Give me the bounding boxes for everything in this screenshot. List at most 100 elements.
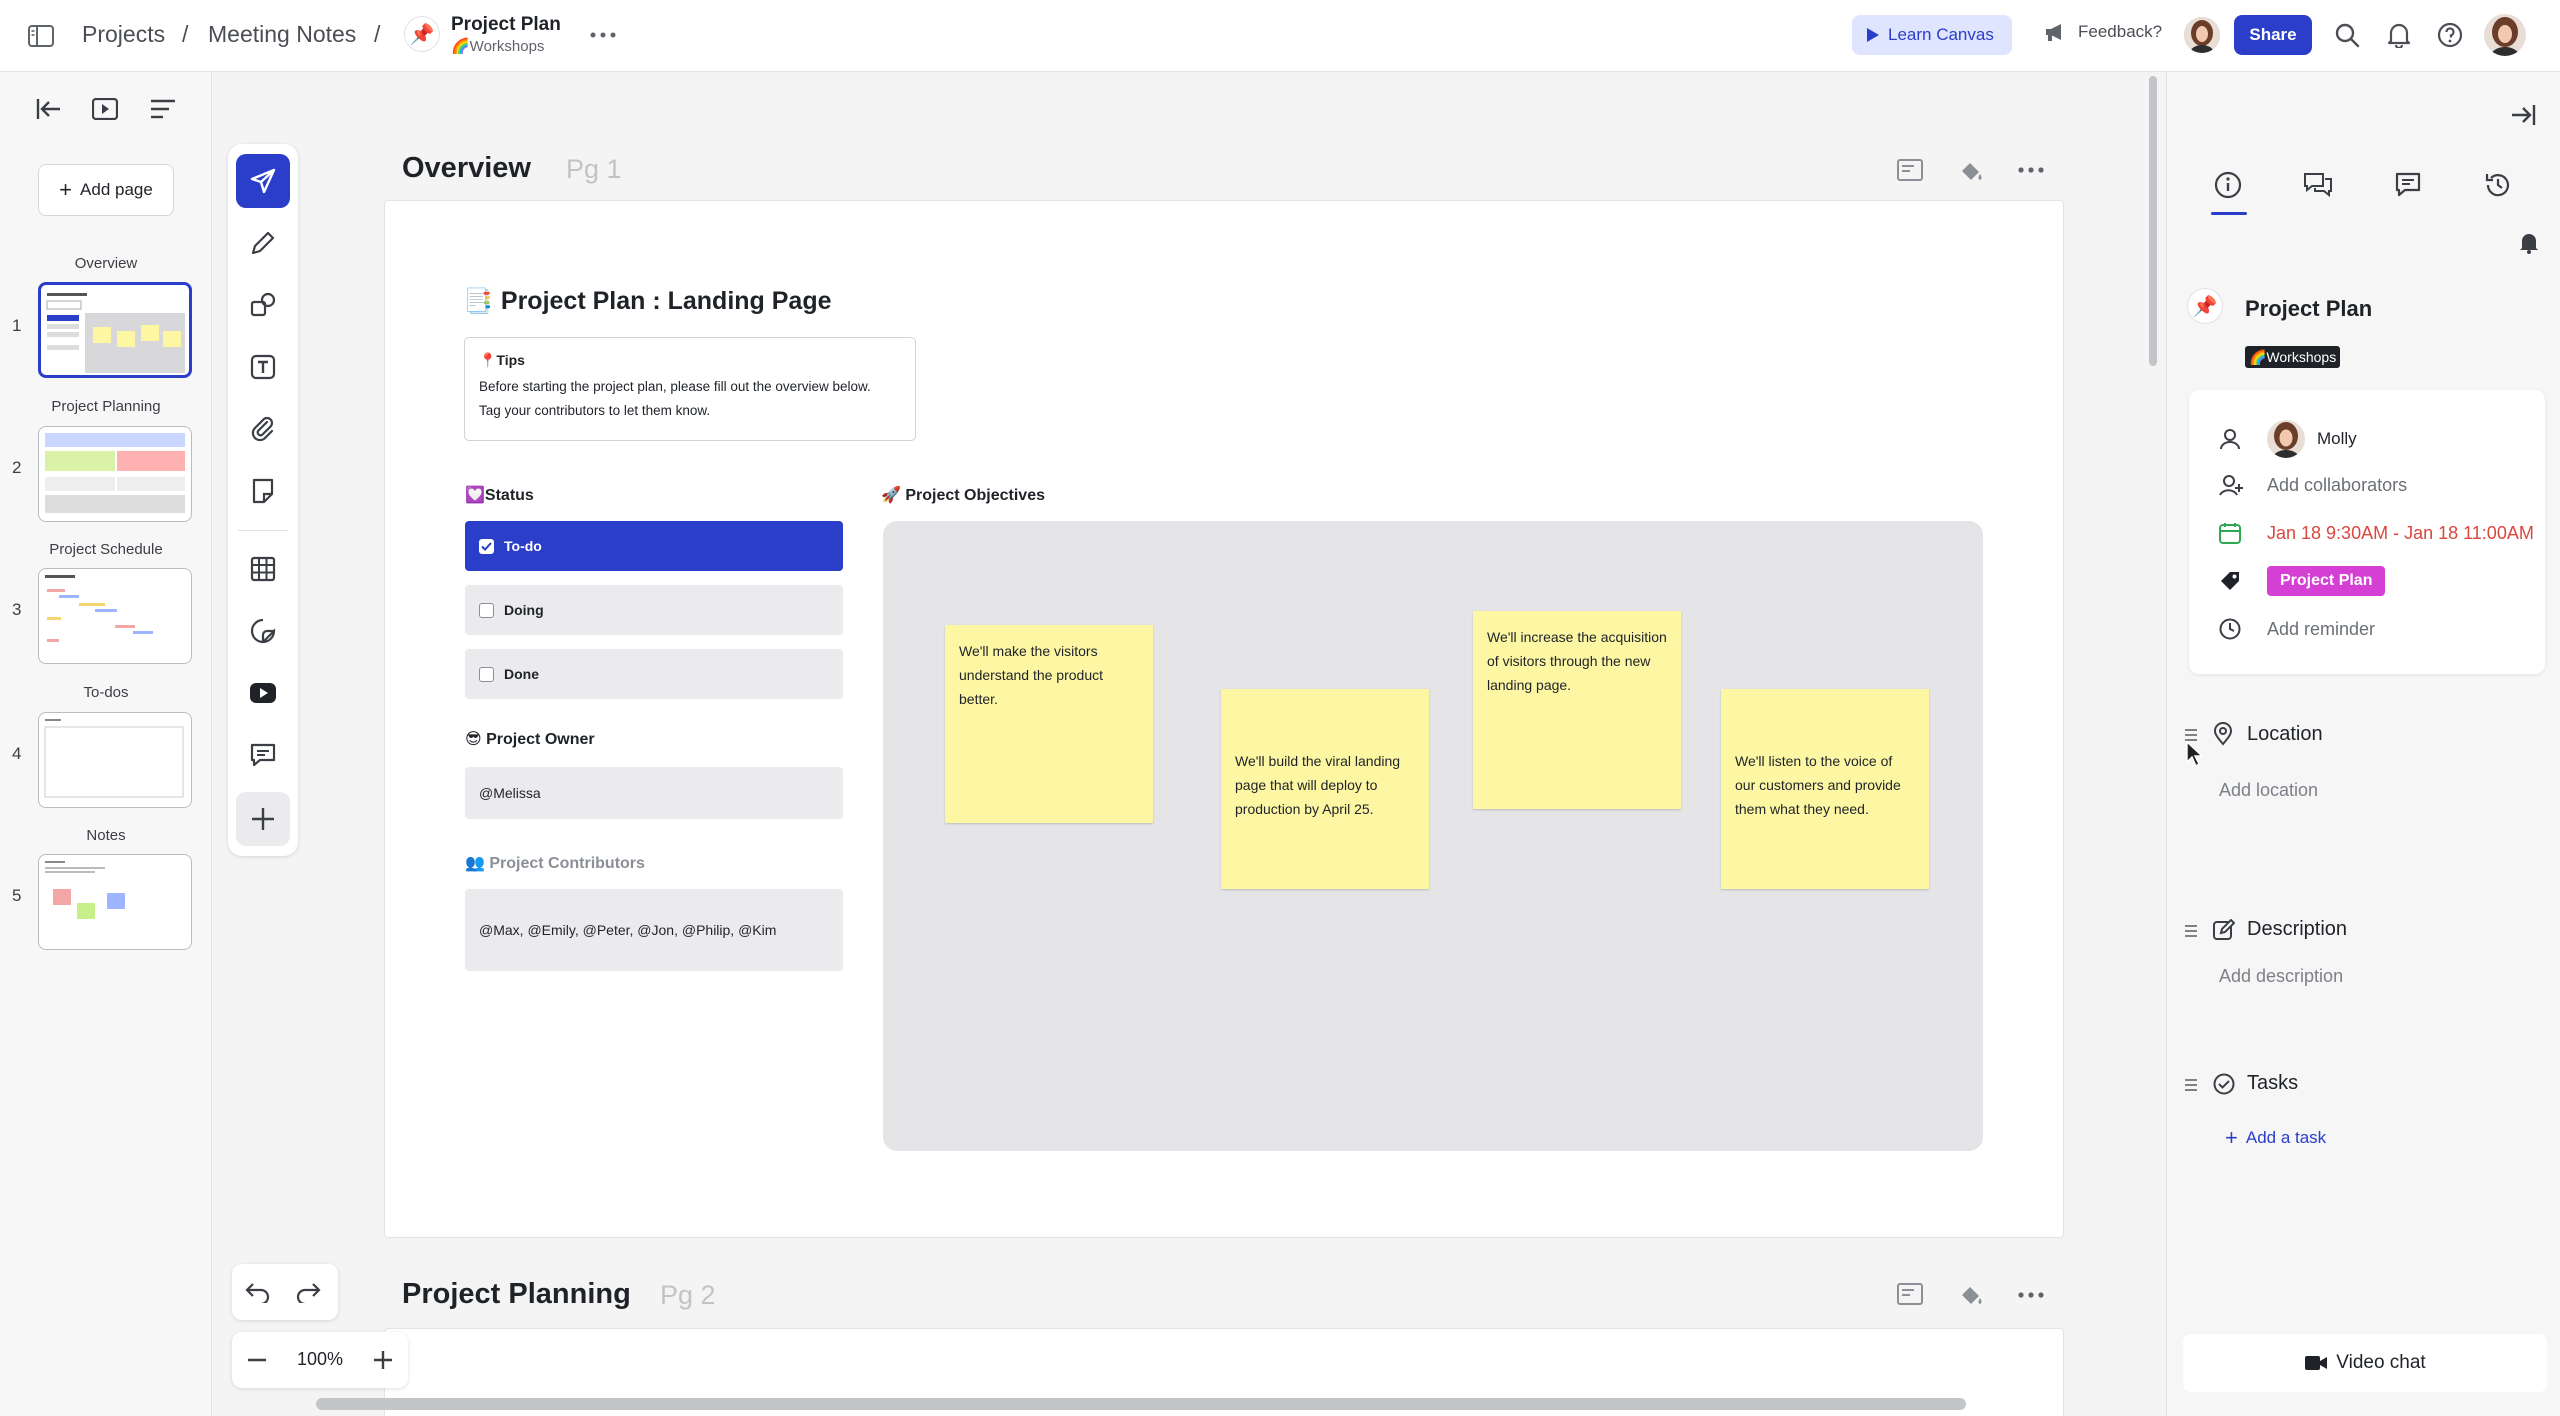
page-more-icon[interactable] bbox=[2016, 158, 2046, 182]
paint-bucket-icon[interactable] bbox=[1956, 156, 1986, 186]
text-icon[interactable] bbox=[236, 340, 290, 394]
checkbox-icon bbox=[479, 666, 494, 682]
add-description[interactable]: Add description bbox=[2219, 966, 2343, 987]
page-thumbnail-to-dos[interactable] bbox=[38, 712, 192, 808]
history-tab-icon[interactable] bbox=[2481, 168, 2515, 202]
zoom-in-icon[interactable] bbox=[370, 1346, 396, 1374]
contributors-field[interactable]: @Max, @Emily, @Peter, @Jon, @Philip, @Ki… bbox=[465, 889, 843, 971]
sticky-note[interactable]: We'll listen to the voice of our custome… bbox=[1721, 689, 1929, 889]
checkbox-checked-icon bbox=[479, 538, 494, 554]
plus-icon[interactable] bbox=[236, 792, 290, 846]
status-option-to-do[interactable]: To-do bbox=[465, 521, 843, 571]
zoom-level[interactable]: 100% bbox=[280, 1349, 360, 1370]
scroll-thumb[interactable] bbox=[2149, 76, 2157, 366]
comment-icon[interactable] bbox=[236, 728, 290, 782]
user-avatar[interactable] bbox=[2484, 14, 2526, 56]
owner-row[interactable]: Molly bbox=[2219, 420, 2357, 458]
owner-name: Molly bbox=[2317, 429, 2357, 448]
check-circle-icon bbox=[2213, 1073, 2235, 1094]
page-thumbnail-notes[interactable] bbox=[38, 854, 192, 950]
page-overview[interactable]: 📑 Project Plan : Landing Page 📍Tips Befo… bbox=[384, 200, 2064, 1238]
redo-icon[interactable] bbox=[292, 1277, 324, 1307]
add-task-label: Add a task bbox=[2245, 1128, 2327, 1147]
add-page-label: Add page bbox=[80, 180, 153, 199]
notification-bell-icon[interactable] bbox=[2517, 230, 2541, 256]
date-row[interactable]: Jan 18 9:30AM - Jan 18 11:00AM bbox=[2219, 522, 2534, 544]
vertical-scrollbar[interactable] bbox=[2146, 72, 2160, 1402]
workshop-badge[interactable]: 🌈Workshops bbox=[2245, 346, 2341, 368]
doc-subtitle[interactable]: 🌈Workshops bbox=[451, 37, 544, 55]
page-thumbnail-overview[interactable] bbox=[38, 282, 192, 378]
page-thumbnail-project-schedule[interactable] bbox=[38, 568, 192, 664]
learn-canvas-button[interactable]: Learn Canvas bbox=[1852, 15, 2012, 55]
drag-handle-icon[interactable] bbox=[2185, 924, 2197, 938]
sticky-note[interactable]: We'll make the visitors understand the p… bbox=[945, 625, 1153, 823]
objectives-board[interactable]: We'll make the visitors understand the p… bbox=[883, 521, 1983, 1151]
sticky-note[interactable]: We'll increase the acquisition of visito… bbox=[1473, 611, 1681, 809]
collaborator-avatar[interactable] bbox=[2184, 17, 2220, 53]
add-reminder-row[interactable]: Add reminder bbox=[2219, 618, 2375, 640]
owner-field[interactable]: @Melissa bbox=[465, 767, 843, 819]
page-more-icon[interactable] bbox=[2016, 1283, 2046, 1307]
video-chat-label: Video chat bbox=[2336, 1352, 2426, 1373]
page-number: 1 bbox=[12, 316, 22, 335]
help-icon[interactable] bbox=[2435, 20, 2465, 50]
add-page-button[interactable]: + Add page bbox=[38, 164, 174, 216]
add-collaborators-row[interactable]: Add collaborators bbox=[2219, 474, 2407, 496]
youtube-icon[interactable] bbox=[236, 666, 290, 720]
add-task-button[interactable]: + Add a task bbox=[2225, 1125, 2326, 1151]
pushpin-icon: 📌 bbox=[404, 16, 440, 52]
sidebar-toggle-icon[interactable] bbox=[26, 22, 56, 50]
search-icon[interactable] bbox=[2332, 20, 2362, 50]
doc-heading[interactable]: 📑 Project Plan : Landing Page bbox=[463, 287, 832, 316]
video-chat-button[interactable]: Video chat bbox=[2183, 1334, 2547, 1392]
description-section[interactable]: Description bbox=[2213, 918, 2347, 941]
location-section[interactable]: Location bbox=[2213, 722, 2323, 746]
page-tag: Pg 2 bbox=[660, 1280, 716, 1310]
tag-row[interactable]: Project Plan bbox=[2219, 566, 2386, 596]
doc-title[interactable]: Project Plan bbox=[451, 14, 561, 36]
presentation-icon[interactable] bbox=[90, 94, 120, 124]
sticky-note[interactable]: We'll build the viral landing page that … bbox=[1221, 689, 1429, 889]
page-title-project-planning[interactable]: Project Planning bbox=[402, 1278, 631, 1311]
attachment-icon[interactable] bbox=[236, 402, 290, 456]
chat-tab-icon[interactable] bbox=[2301, 168, 2335, 202]
outline-icon[interactable] bbox=[148, 94, 178, 124]
zoom-out-icon[interactable] bbox=[244, 1346, 270, 1374]
status-option-doing[interactable]: Doing bbox=[465, 585, 843, 635]
page-settings-icon[interactable] bbox=[1894, 156, 1926, 186]
mouse-cursor-icon bbox=[2186, 740, 2204, 768]
status-title: 💟Status bbox=[465, 487, 534, 504]
paint-bucket-icon[interactable] bbox=[1956, 1280, 1986, 1310]
drag-handle-icon[interactable] bbox=[2185, 1078, 2197, 1092]
page-settings-icon[interactable] bbox=[1894, 1280, 1926, 1310]
shapes-icon[interactable] bbox=[236, 278, 290, 332]
pencil-icon[interactable] bbox=[236, 216, 290, 270]
page-title-overview[interactable]: Overview bbox=[402, 152, 531, 185]
info-tab-icon[interactable] bbox=[2211, 168, 2245, 202]
breadcrumb-projects[interactable]: Projects bbox=[82, 21, 165, 48]
tips-box[interactable]: 📍Tips Before starting the project plan, … bbox=[464, 337, 916, 441]
feedback-button[interactable]: Feedback? bbox=[2044, 22, 2162, 42]
horizontal-scrollbar[interactable] bbox=[316, 1398, 1966, 1410]
navigate-icon[interactable] bbox=[236, 154, 290, 208]
collapse-left-icon[interactable] bbox=[34, 94, 64, 124]
sticker-icon[interactable] bbox=[236, 604, 290, 658]
doc-heading-text: Project Plan : Landing Page bbox=[500, 287, 832, 315]
share-button[interactable]: Share bbox=[2234, 15, 2312, 55]
collapse-right-icon[interactable] bbox=[2507, 100, 2539, 130]
table-icon[interactable] bbox=[236, 542, 290, 596]
status-option-done[interactable]: Done bbox=[465, 649, 843, 699]
status-option-label: To-do bbox=[504, 538, 542, 554]
tasks-section[interactable]: Tasks bbox=[2213, 1072, 2298, 1095]
megaphone-icon bbox=[2046, 24, 2061, 41]
comments-tab-icon[interactable] bbox=[2391, 168, 2425, 202]
bell-icon[interactable] bbox=[2384, 20, 2414, 50]
add-location[interactable]: Add location bbox=[2219, 780, 2318, 801]
undo-icon[interactable] bbox=[242, 1277, 274, 1307]
more-options-icon[interactable] bbox=[588, 24, 618, 46]
sticky-note-icon[interactable] bbox=[236, 464, 290, 518]
panel-title[interactable]: Project Plan bbox=[2245, 296, 2372, 322]
page-thumbnail-project-planning[interactable] bbox=[38, 426, 192, 522]
breadcrumb-meeting-notes[interactable]: Meeting Notes bbox=[208, 21, 356, 48]
